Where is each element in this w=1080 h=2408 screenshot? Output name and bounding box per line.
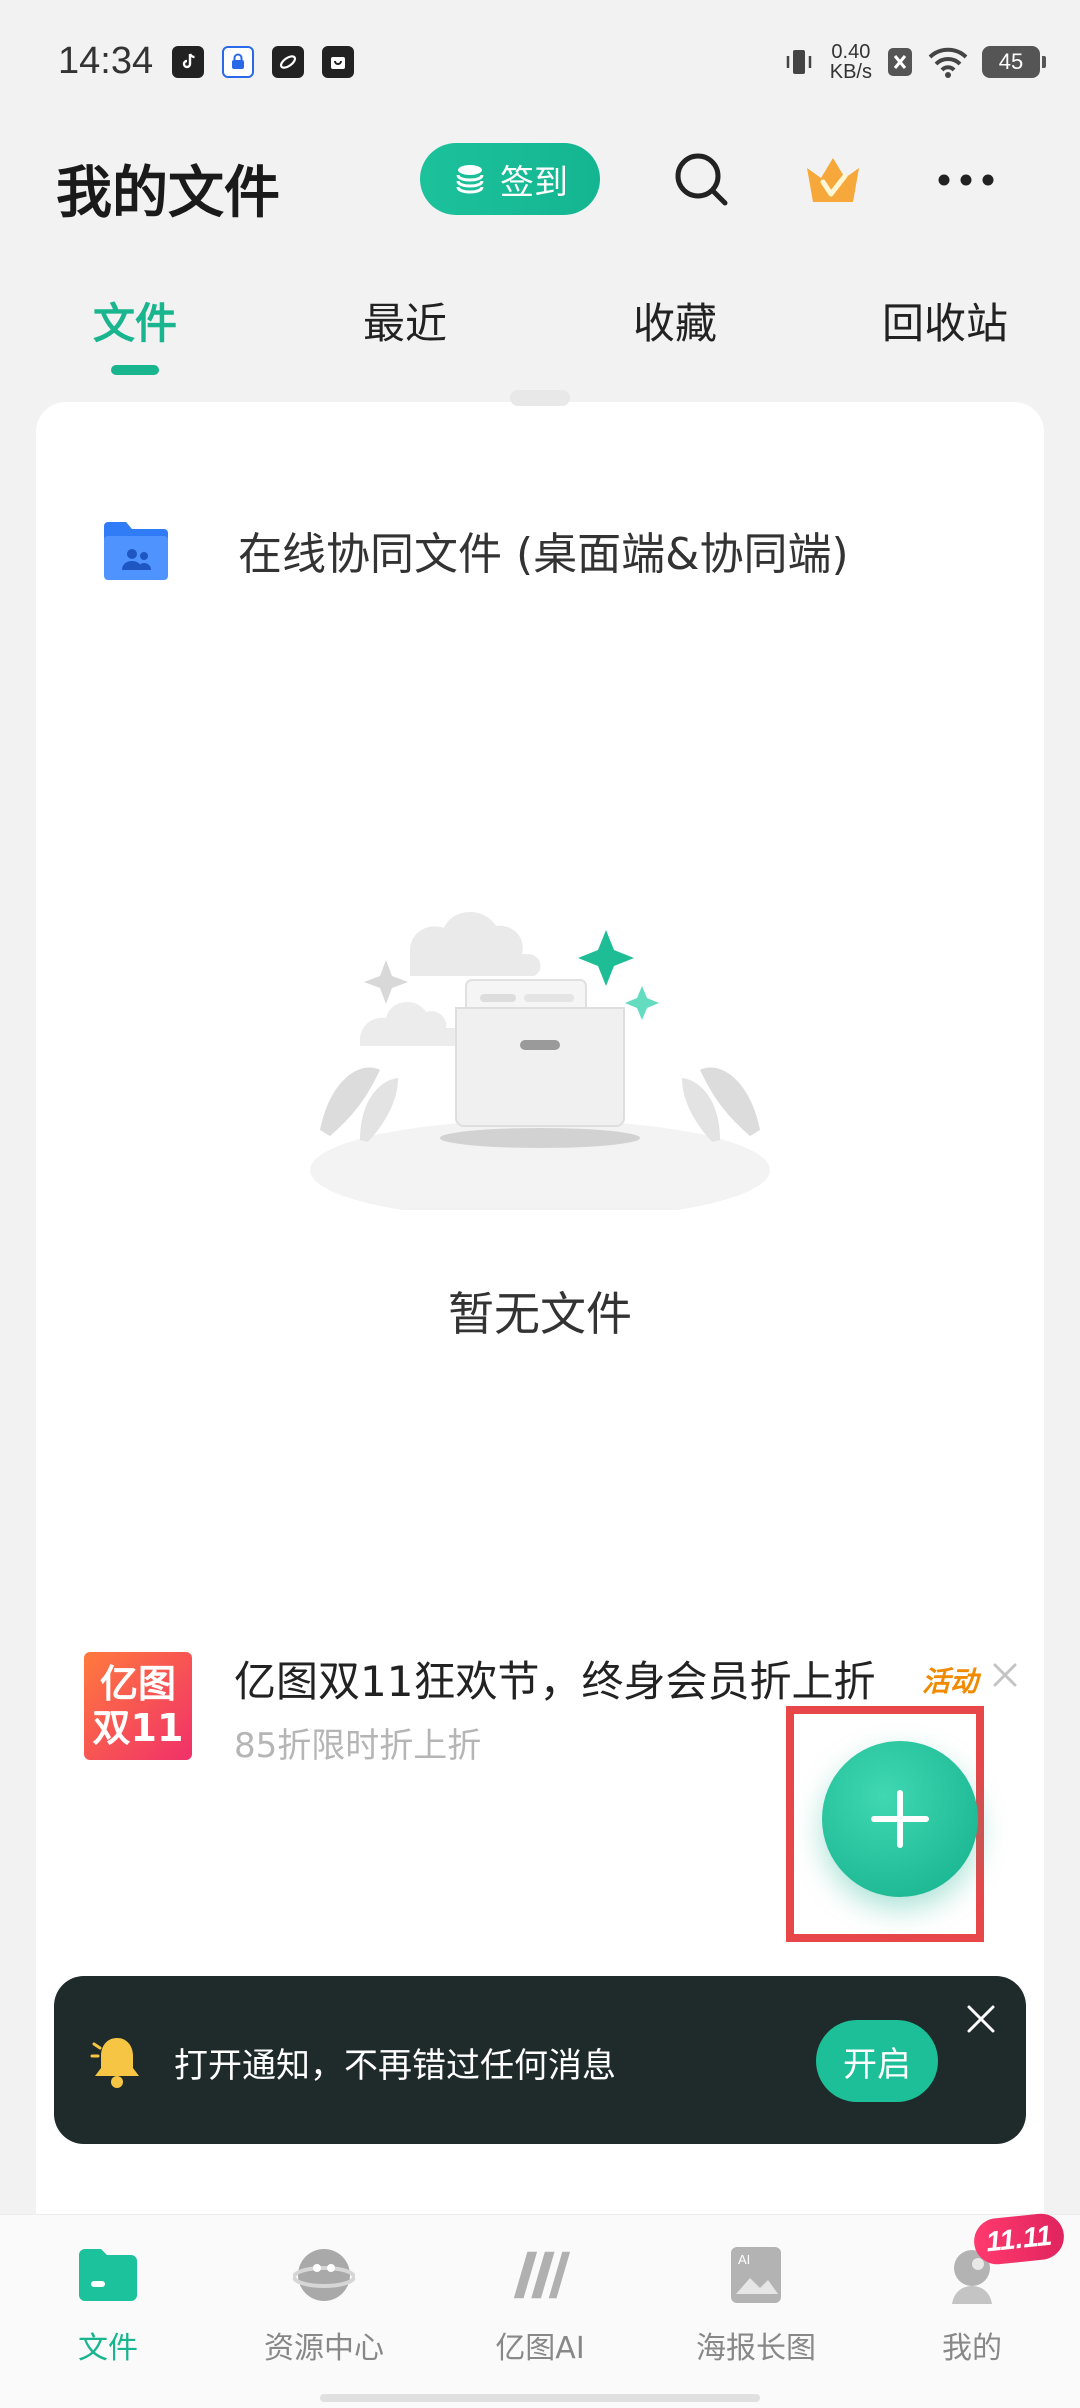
pull-refresh-hint bbox=[510, 390, 570, 406]
search-button[interactable] bbox=[670, 148, 734, 212]
nav-label-profile: 我的 bbox=[942, 2331, 1002, 2366]
tab-bar: 文件 最近 收藏 回收站 bbox=[0, 290, 1080, 370]
nav-ai[interactable]: 亿图AI bbox=[460, 2243, 620, 2367]
tab-recycle-bin[interactable]: 回收站 bbox=[882, 290, 1008, 351]
more-dots-icon bbox=[938, 174, 994, 186]
promo-title[interactable]: 亿图双11狂欢节，终身会员折上折 bbox=[234, 1648, 875, 1709]
status-right: 0.40 KB/s 45 bbox=[782, 42, 1046, 82]
svg-text:AI: AI bbox=[738, 2252, 750, 2267]
sim-disabled-icon bbox=[888, 48, 912, 76]
link-app-icon bbox=[272, 46, 304, 78]
add-file-button[interactable] bbox=[822, 1741, 978, 1897]
bottom-nav: 文件 资源中心 亿图AI AI 海报长图 我的 bbox=[0, 2214, 1080, 2408]
promo-close-icon[interactable] bbox=[990, 1660, 1020, 1690]
tab-recent[interactable]: 最近 bbox=[363, 290, 447, 351]
nav-profile[interactable]: 我的 bbox=[892, 2243, 1052, 2367]
files-icon bbox=[76, 2243, 140, 2307]
promo-subtitle: 85折限时折上折 bbox=[234, 1726, 482, 1766]
promo-tag: 活动 bbox=[922, 1665, 979, 1698]
lock-app-icon bbox=[222, 46, 254, 78]
nav-label-resource-center: 资源中心 bbox=[264, 2331, 384, 2366]
close-icon[interactable] bbox=[964, 2002, 998, 2036]
tab-favorites[interactable]: 收藏 bbox=[633, 290, 717, 351]
ai-icon bbox=[508, 2243, 572, 2307]
promo-logo[interactable]: 亿图 双11 bbox=[84, 1652, 192, 1760]
empty-state-text: 暂无文件 bbox=[448, 1287, 632, 1341]
battery-indicator: 45 bbox=[982, 46, 1046, 78]
enable-notification-button[interactable]: 开启 bbox=[816, 2020, 938, 2102]
plus-icon bbox=[871, 1790, 929, 1848]
shopping-bag-icon bbox=[322, 46, 354, 78]
poster-icon: AI bbox=[724, 2243, 788, 2307]
notification-text: 打开通知，不再错过任何消息 bbox=[174, 2046, 616, 2086]
nav-label-ai: 亿图AI bbox=[495, 2331, 585, 2366]
checkin-button[interactable]: 签到 bbox=[420, 143, 600, 215]
nav-label-poster: 海报长图 bbox=[696, 2331, 816, 2366]
coin-stack-icon bbox=[456, 165, 484, 194]
status-bar: 14:34 0.40 KB/s 45 bbox=[0, 0, 1080, 130]
tab-files[interactable]: 文件 bbox=[93, 290, 177, 351]
net-speed-unit: KB/s bbox=[829, 61, 872, 83]
empty-box-illustration bbox=[310, 911, 770, 1210]
promo-logo-line2: 双11 bbox=[92, 1706, 184, 1750]
shared-folder-icon bbox=[104, 522, 168, 580]
shared-folder-item[interactable]: 在线协同文件 (桌面端&协同端) bbox=[100, 505, 1000, 595]
home-indicator bbox=[320, 2394, 760, 2402]
bell-icon bbox=[90, 2038, 139, 2088]
tab-indicator bbox=[111, 365, 159, 375]
vip-button[interactable] bbox=[801, 148, 865, 212]
resource-center-icon bbox=[292, 2243, 356, 2307]
status-app-icons bbox=[172, 46, 354, 78]
nav-files[interactable]: 文件 bbox=[28, 2243, 188, 2367]
wifi-icon bbox=[928, 47, 968, 78]
nav-resource-center[interactable]: 资源中心 bbox=[244, 2243, 404, 2367]
net-speed-value: 0.40 bbox=[831, 41, 871, 63]
status-time: 14:34 bbox=[58, 40, 154, 82]
promo-logo-line1: 亿图 bbox=[99, 1662, 176, 1706]
shared-folder-label: 在线协同文件 (桌面端&协同端) bbox=[238, 529, 849, 580]
vip-crown-icon bbox=[807, 158, 859, 202]
notification-banner: 打开通知，不再错过任何消息 开启 bbox=[54, 1976, 1026, 2144]
search-icon bbox=[675, 153, 728, 206]
vibrate-icon bbox=[786, 50, 811, 74]
tiktok-icon bbox=[172, 46, 204, 78]
nav-poster[interactable]: AI 海报长图 bbox=[676, 2243, 836, 2367]
nav-label-files: 文件 bbox=[78, 2331, 138, 2366]
checkin-label: 签到 bbox=[500, 162, 568, 203]
more-button[interactable] bbox=[934, 148, 998, 212]
page-title: 我的文件 bbox=[56, 161, 280, 226]
net-speed: 0.40 KB/s bbox=[830, 42, 872, 82]
